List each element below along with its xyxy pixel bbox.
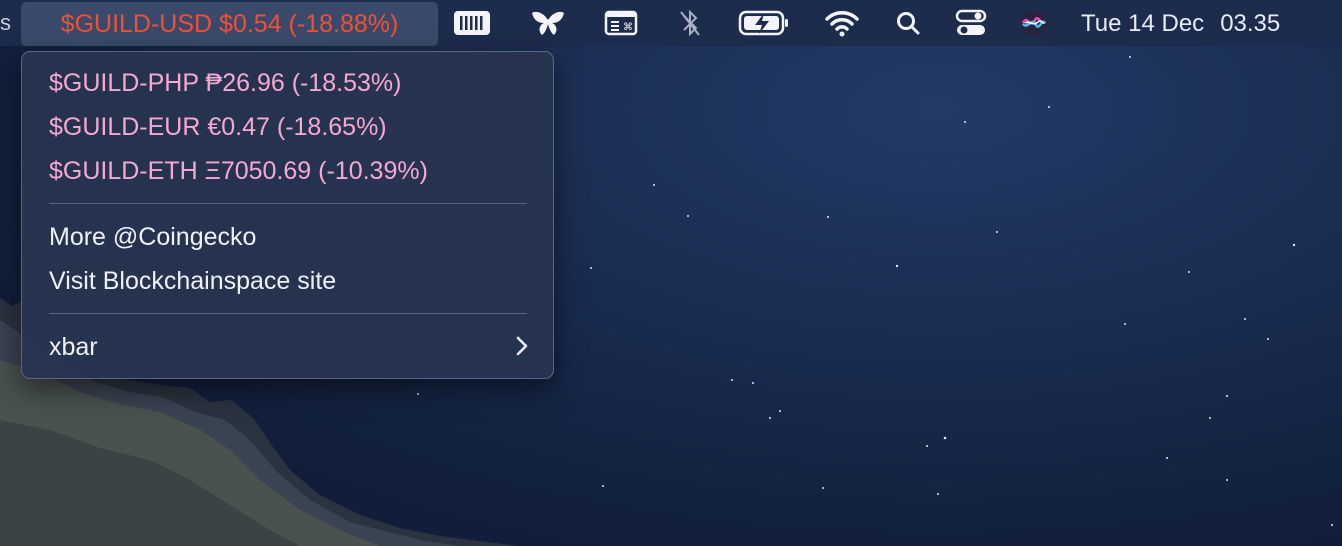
shortcut-window-icon[interactable]: ⌘: [601, 8, 641, 38]
menu-bar-clock[interactable]: Tue 14 Dec 03.35: [1081, 10, 1280, 38]
menu-bar-edge-glyph: s: [0, 10, 11, 35]
control-center-icon[interactable]: [951, 8, 991, 38]
menu-item-visit-blockchainspace[interactable]: Visit Blockchainspace site: [49, 267, 336, 296]
menu-separator: [49, 203, 527, 204]
menu-item-guild-eur[interactable]: $GUILD-EUR €0.47 (-18.65%): [49, 113, 387, 142]
ticker-dropdown-menu: $GUILD-PHP ₱26.96 (-18.53%) $GUILD-EUR €…: [21, 51, 554, 379]
svg-text:⌘: ⌘: [623, 22, 633, 33]
chevron-right-icon: [516, 336, 528, 356]
battery-charging-icon[interactable]: [737, 8, 791, 38]
clock-time: 03.35: [1220, 10, 1281, 37]
wifi-icon[interactable]: [822, 8, 862, 38]
siri-icon[interactable]: [1014, 8, 1054, 38]
menu-item-guild-eth[interactable]: $GUILD-ETH Ξ7050.69 (-10.39%): [49, 157, 428, 186]
bluetooth-off-icon[interactable]: [670, 8, 710, 38]
guild-usd-ticker[interactable]: $GUILD-USD $0.54 (-18.88%): [21, 2, 438, 46]
clock-date: Tue 14 Dec: [1081, 10, 1205, 37]
menu-bar: s $GUILD-USD $0.54 (-18.88%) ⌘ Tue 14 De…: [0, 0, 1342, 46]
menu-separator: [49, 313, 527, 314]
menu-item-more-coingecko[interactable]: More @Coingecko: [49, 223, 256, 252]
keyboard-icon[interactable]: [452, 8, 492, 38]
menu-item-xbar[interactable]: xbar: [49, 333, 98, 362]
search-icon[interactable]: [888, 8, 928, 38]
butterfly-icon[interactable]: [528, 8, 568, 38]
menu-item-guild-php[interactable]: $GUILD-PHP ₱26.96 (-18.53%): [49, 69, 401, 98]
